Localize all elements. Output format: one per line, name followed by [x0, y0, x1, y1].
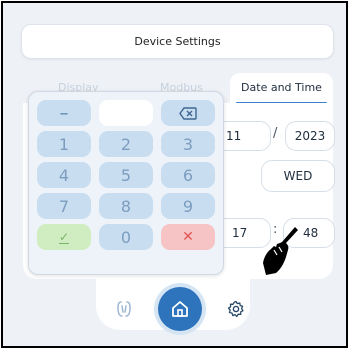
backspace-icon	[179, 106, 197, 120]
page-title-label: Device Settings	[134, 35, 221, 48]
digit-key-8[interactable]: 8	[99, 193, 153, 219]
minute-value: 48	[303, 226, 319, 240]
weekday-field[interactable]: WED	[261, 160, 335, 192]
keypad-display	[99, 100, 153, 126]
digit-key-0[interactable]: 0	[99, 224, 153, 250]
digit-key-4[interactable]: 4	[37, 162, 91, 188]
pointer-hand-icon	[263, 227, 298, 275]
home-nav-button[interactable]	[158, 287, 202, 331]
digit-key-9[interactable]: 9	[161, 193, 215, 219]
digit-key-1[interactable]: 1	[37, 131, 91, 157]
settings-nav-button[interactable]	[222, 295, 250, 323]
link-icon	[117, 301, 131, 317]
digit-key-7[interactable]: 7	[37, 193, 91, 219]
weekday-value: WED	[283, 169, 313, 183]
digit-key-3[interactable]: 3	[161, 131, 215, 157]
digit-key-6[interactable]: 6	[161, 162, 215, 188]
digit-key-2[interactable]: 2	[99, 131, 153, 157]
digit-key-5[interactable]: 5	[99, 162, 153, 188]
date-separator: /	[273, 126, 278, 141]
page-title: Device Settings	[21, 24, 334, 59]
check-icon: ✓	[58, 229, 70, 244]
tab-date-and-time[interactable]: Date and Time	[230, 73, 333, 104]
year-field[interactable]: 2023	[285, 121, 335, 151]
link-nav-button[interactable]	[110, 295, 138, 323]
gear-icon	[227, 300, 244, 318]
numeric-keypad: – 1 2 3 4 5 6 7 8 9 ✓ 0 ✕	[28, 91, 224, 275]
hour-value: 17	[232, 226, 248, 240]
home-icon	[172, 301, 188, 317]
confirm-key[interactable]: ✓	[37, 224, 91, 250]
cancel-key[interactable]: ✕	[161, 224, 215, 250]
close-icon: ✕	[182, 229, 194, 245]
device-settings-screen: Device Settings Display Modbus Date and …	[1, 1, 348, 348]
year-value: 2023	[294, 129, 326, 143]
minus-key[interactable]: –	[37, 100, 91, 126]
backspace-key[interactable]	[161, 100, 215, 126]
day-value: 11	[226, 129, 242, 143]
